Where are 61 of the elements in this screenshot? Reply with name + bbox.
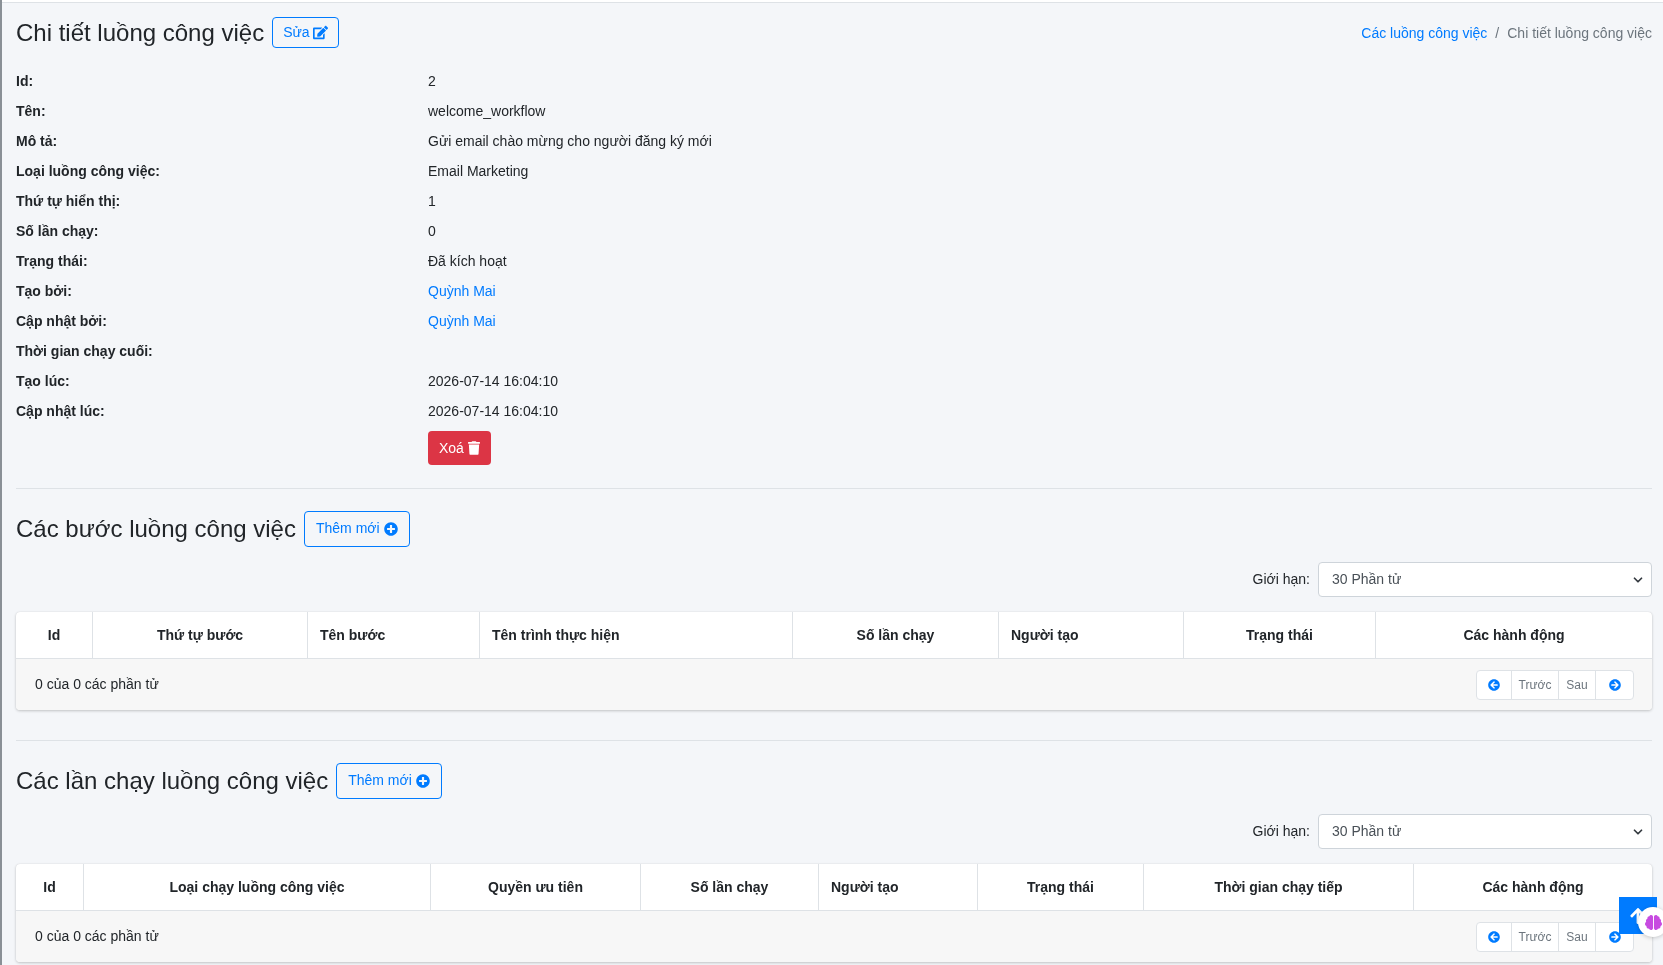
- detail-value: welcome_workflow: [428, 101, 546, 121]
- breadcrumb-separator: /: [1495, 24, 1500, 43]
- column-header: Trạng thái: [978, 864, 1144, 910]
- limit-label: Giới hạn:: [1252, 822, 1310, 841]
- breadcrumb-current: Chi tiết luồng công việc: [1507, 24, 1652, 43]
- detail-value: 2: [428, 71, 436, 91]
- column-header: Người tạo: [999, 612, 1184, 658]
- edit-icon: [312, 25, 328, 40]
- detail-value: 1: [428, 191, 436, 211]
- table-summary: 0 của 0 các phần tử: [35, 927, 159, 946]
- detail-label: Cập nhật bởi:: [16, 311, 108, 331]
- detail-label: Cập nhật lúc:: [16, 401, 106, 421]
- detail-label: Trạng thái:: [16, 251, 89, 271]
- column-header: Trạng thái: [1184, 612, 1376, 658]
- limit-label: Giới hạn:: [1252, 570, 1310, 589]
- edit-button[interactable]: Sửa: [272, 17, 339, 48]
- next-button[interactable]: Sau: [1559, 922, 1596, 951]
- detail-label: Số lần chạy:: [16, 221, 100, 241]
- column-header: Loại chạy luồng công việc: [84, 864, 431, 910]
- user-link[interactable]: Quỳnh Mai: [428, 310, 496, 332]
- previous-button[interactable]: Trước: [1512, 922, 1559, 951]
- detail-label: Id:: [16, 71, 35, 91]
- column-header: Id: [16, 612, 93, 658]
- detail-value: 0: [428, 221, 436, 241]
- detail-value: 2026-07-14 16:04:10: [428, 371, 558, 391]
- user-link[interactable]: Quỳnh Mai: [428, 280, 496, 302]
- detail-label: Tên:: [16, 101, 47, 121]
- column-header: Tên bước: [308, 612, 480, 658]
- column-header: Các hành động: [1462, 625, 1566, 645]
- detail-value: 2026-07-14 16:04:10: [428, 401, 558, 421]
- column-header: Id: [16, 864, 84, 910]
- page-title: Chi tiết luồng công việc: [16, 20, 265, 45]
- next-button[interactable]: Sau: [1559, 670, 1596, 699]
- add-new-button[interactable]: Thêm mới: [303, 510, 410, 547]
- detail-label: Mô tả:: [16, 131, 59, 151]
- column-header: Người tạo: [819, 864, 978, 910]
- section-title: Các bước luồng công việc: [16, 516, 296, 541]
- trash-icon: [467, 441, 480, 455]
- column-header: Thứ tự bước: [93, 612, 308, 658]
- section-title: Các lần chạy luồng công việc: [16, 768, 329, 793]
- detail-label: Thứ tự hiển thị:: [16, 191, 122, 211]
- limit-select[interactable]: 30 Phần tử: [1318, 562, 1652, 597]
- table-summary: 0 của 0 các phần tử: [35, 675, 159, 694]
- column-header: Quyền ưu tiên: [431, 864, 641, 910]
- delete-button[interactable]: Xoá: [428, 431, 491, 465]
- column-header: Tên trình thực hiện: [480, 612, 793, 658]
- column-header: Số lần chạy: [641, 864, 819, 910]
- detail-value: Gửi email chào mừng cho người đăng ký mới: [428, 131, 712, 151]
- column-header: Các hành động: [1481, 877, 1585, 897]
- brain-icon: [1644, 913, 1662, 931]
- detail-label: Loại luồng công việc:: [16, 161, 161, 181]
- breadcrumb-link[interactable]: Các luồng công việc: [1361, 23, 1488, 44]
- detail-label: Tạo lúc:: [16, 371, 71, 391]
- previous-button[interactable]: Trước: [1512, 670, 1559, 699]
- detail-value: Đã kích hoạt: [428, 251, 507, 271]
- add-new-button[interactable]: Thêm mới: [336, 762, 442, 799]
- column-header: Số lần chạy: [793, 612, 999, 658]
- detail-value: Email Marketing: [428, 161, 529, 181]
- column-header: Thời gian chạy tiếp: [1144, 864, 1414, 910]
- detail-label: Tạo bởi:: [16, 281, 73, 301]
- limit-select[interactable]: 30 Phần tử: [1318, 814, 1652, 849]
